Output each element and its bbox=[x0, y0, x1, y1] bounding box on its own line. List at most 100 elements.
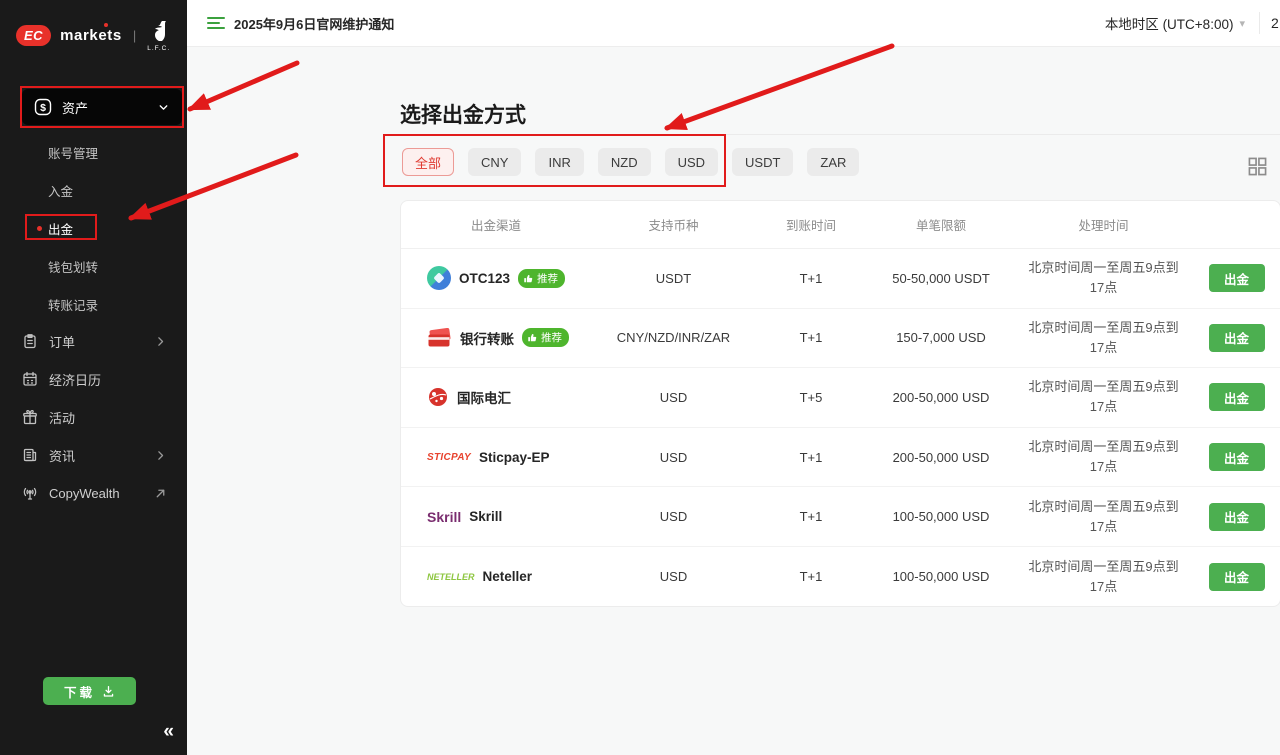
lfc-logo: L.F.C. bbox=[147, 20, 170, 52]
active-dot bbox=[37, 226, 42, 231]
lfc-label: L.F.C. bbox=[147, 45, 170, 52]
menu-label: 活动 bbox=[49, 408, 167, 427]
arrival-cell: T+1 bbox=[756, 330, 866, 345]
download-label: 下载 bbox=[64, 682, 95, 701]
filter-chip-USD[interactable]: USD bbox=[665, 148, 718, 176]
table-row-国际电汇: 国际电汇USDT+5200-50,000 USD北京时间周一至周五9点到17点出… bbox=[401, 368, 1280, 428]
sidebar-item-资讯[interactable]: 资讯 bbox=[0, 436, 187, 474]
channel-name: 国际电汇 bbox=[457, 387, 511, 407]
withdraw-button[interactable]: 出金 bbox=[1209, 383, 1265, 411]
withdraw-button[interactable]: 出金 bbox=[1209, 264, 1265, 292]
logo-divider: | bbox=[133, 28, 136, 43]
submenu-label: 钱包划转 bbox=[48, 257, 98, 276]
sidebar-menu: 订单经济日历活动资讯 CopyWealth bbox=[0, 322, 187, 512]
clipboard-icon bbox=[22, 333, 38, 349]
limit-cell: 50-50,000 USDT bbox=[866, 271, 1016, 286]
column-header: 单笔限额 bbox=[866, 215, 1016, 234]
currencies-cell: USD bbox=[591, 390, 756, 405]
brand-logo: EC markets | L.F.C. bbox=[0, 0, 187, 56]
sidebar-subitem-转账记录[interactable]: 转账记录 bbox=[0, 285, 187, 323]
main-content: 选择出金方式 全部 CNY INR NZD USD USDT ZAR 出金渠道支持币种到账时… bbox=[187, 47, 1280, 755]
news-icon bbox=[22, 447, 38, 463]
sticpay-logo: STICPAY bbox=[427, 452, 471, 463]
channel-name: Skrill bbox=[469, 509, 502, 524]
withdraw-button[interactable]: 出金 bbox=[1209, 443, 1265, 471]
table-row-银行转账: 银行转账推荐CNY/NZD/INR/ZART+1150-7,000 USD北京时… bbox=[401, 309, 1280, 369]
ec-logo-badge: EC bbox=[16, 25, 51, 46]
menu-label: CopyWealth bbox=[49, 486, 154, 501]
filter-chip-INR[interactable]: INR bbox=[535, 148, 583, 176]
filter-chip-NZD[interactable]: NZD bbox=[598, 148, 651, 176]
arrival-cell: T+1 bbox=[756, 509, 866, 524]
download-icon bbox=[102, 685, 115, 698]
timezone-selector[interactable]: 本地时区 (UTC+8:00) ▾ bbox=[1105, 13, 1245, 33]
currencies-cell: USD bbox=[591, 509, 756, 524]
withdraw-button[interactable]: 出金 bbox=[1209, 563, 1265, 591]
column-header: 出金渠道 bbox=[401, 215, 591, 234]
page-title: 选择出金方式 bbox=[400, 99, 526, 129]
broadcast-icon bbox=[22, 485, 38, 501]
table-row-Sticpay-EP: STICPAYSticpay-EPUSDT+1200-50,000 USD北京时… bbox=[401, 428, 1280, 488]
channel-name: Sticpay-EP bbox=[479, 450, 550, 465]
filter-chip-CNY[interactable]: CNY bbox=[468, 148, 521, 176]
sidebar-subitem-账号管理[interactable]: 账号管理 bbox=[0, 133, 187, 171]
menu-label: 订单 bbox=[49, 332, 154, 351]
calendar-icon bbox=[22, 371, 38, 387]
title-divider bbox=[400, 134, 1280, 135]
channel-cell: STICPAY Sticpay-EP bbox=[401, 450, 591, 465]
brand-accent-dot bbox=[104, 23, 108, 27]
channel-cell: 银行转账推荐 bbox=[401, 328, 591, 348]
sidebar-item-经济日历[interactable]: 经济日历 bbox=[0, 360, 187, 398]
sidebar-item-活动[interactable]: 活动 bbox=[0, 398, 187, 436]
sidebar-item-assets[interactable]: $ 资产 bbox=[22, 89, 182, 125]
withdrawal-methods-table: 出金渠道支持币种到账时间单笔限额处理时间 OTC123推荐USDTT+150-5… bbox=[400, 200, 1280, 607]
thumb-up-icon bbox=[523, 273, 534, 284]
withdraw-button[interactable]: 出金 bbox=[1209, 324, 1265, 352]
column-header: 支持币种 bbox=[591, 215, 756, 234]
dollar-icon: $ bbox=[34, 98, 52, 116]
currencies-cell: USD bbox=[591, 569, 756, 584]
table-body: OTC123推荐USDTT+150-50,000 USDT北京时间周一至周五9点… bbox=[401, 249, 1280, 607]
hamburger-menu-icon[interactable] bbox=[207, 16, 225, 30]
chevron-down-icon: ▾ bbox=[1239, 17, 1245, 30]
arrival-cell: T+5 bbox=[756, 390, 866, 405]
recommended-badge: 推荐 bbox=[522, 328, 569, 347]
assets-submenu: 账号管理入金出金钱包划转转账记录 bbox=[0, 133, 187, 323]
currencies-cell: CNY/NZD/INR/ZAR bbox=[591, 330, 756, 345]
channel-name: 银行转账 bbox=[460, 328, 514, 348]
sidebar-subitem-钱包划转[interactable]: 钱包划转 bbox=[0, 247, 187, 285]
channel-cell: 国际电汇 bbox=[401, 386, 591, 408]
chevron-right-icon bbox=[154, 449, 167, 462]
brand-name: markets bbox=[60, 27, 122, 44]
globe-icon bbox=[427, 386, 449, 408]
channel-name: Neteller bbox=[483, 569, 533, 584]
filter-chip-USDT[interactable]: USDT bbox=[732, 148, 793, 176]
maintenance-notice-link[interactable]: 2025年9月6日官网维护通知 bbox=[234, 14, 394, 33]
download-button[interactable]: 下载 bbox=[43, 677, 136, 705]
sidebar-item-订单[interactable]: 订单 bbox=[0, 322, 187, 360]
bank-card-icon bbox=[427, 328, 452, 348]
timezone-label: 本地时区 (UTC+8:00) bbox=[1105, 13, 1234, 33]
processing-cell: 北京时间周一至周五9点到17点 bbox=[1016, 437, 1191, 477]
sidebar-subitem-出金[interactable]: 出金 bbox=[0, 209, 187, 247]
submenu-label: 入金 bbox=[48, 181, 73, 200]
sidebar-subitem-入金[interactable]: 入金 bbox=[0, 171, 187, 209]
svg-text:$: $ bbox=[40, 102, 46, 114]
sidebar-collapse-button[interactable]: « bbox=[163, 721, 174, 743]
arrival-cell: T+1 bbox=[756, 450, 866, 465]
filter-chip-ZAR[interactable]: ZAR bbox=[807, 148, 859, 176]
sidebar-item-CopyWealth[interactable]: CopyWealth bbox=[0, 474, 187, 512]
limit-cell: 200-50,000 USD bbox=[866, 450, 1016, 465]
filter-chip-全部[interactable]: 全部 bbox=[402, 148, 454, 176]
table-header-row: 出金渠道支持币种到账时间单笔限额处理时间 bbox=[401, 201, 1280, 249]
skrill-logo: Skrill bbox=[427, 509, 461, 525]
neteller-logo: NETELLER bbox=[427, 572, 475, 582]
grid-view-toggle[interactable] bbox=[1248, 157, 1267, 176]
limit-cell: 100-50,000 USD bbox=[866, 569, 1016, 584]
withdraw-button[interactable]: 出金 bbox=[1209, 503, 1265, 531]
sidebar: EC markets | L.F.C. $ 资产 账号管理入金出金钱包划转转账记… bbox=[0, 0, 187, 755]
thumb-up-icon bbox=[527, 332, 538, 343]
channel-cell: Skrill Skrill bbox=[401, 509, 591, 525]
currency-filter-tabs: 全部 CNY INR NZD USD USDT ZAR bbox=[402, 148, 859, 176]
chevron-right-icon bbox=[154, 335, 167, 348]
